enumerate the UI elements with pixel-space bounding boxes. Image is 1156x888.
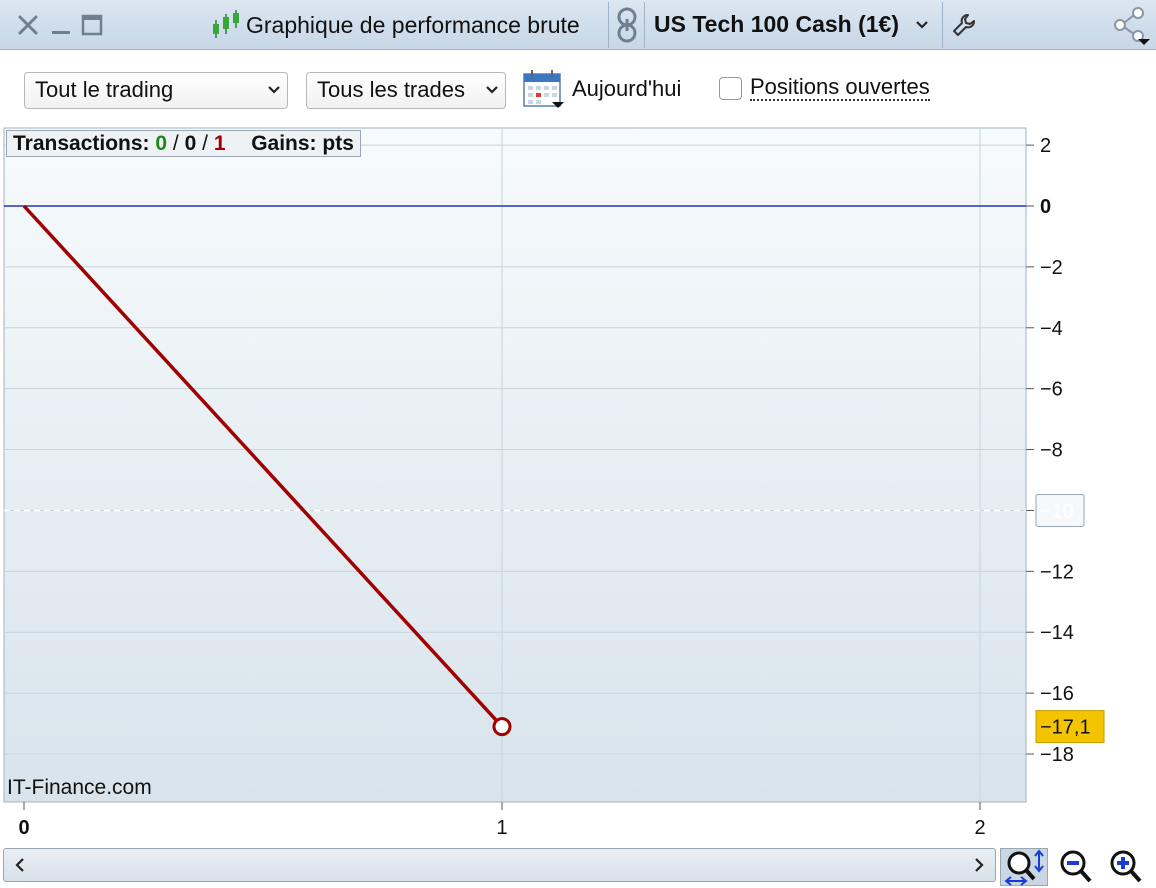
y-tick-label: −8 [1040,440,1063,462]
wins-count: 0 [155,132,168,155]
last-value-label: −17,1 [1040,717,1091,739]
gains-label: Gains: pts [251,132,354,155]
trades-select-value: Tous les trades [317,77,465,102]
scroll-left-icon[interactable] [14,856,26,879]
horizontal-scrollbar[interactable] [3,848,996,882]
title-bar: Graphique de performance brute US Tech 1… [0,0,1156,50]
y-tick-label: −2 [1040,257,1063,279]
y-tick-label: −14 [1040,622,1074,644]
zoom-out-icon[interactable] [1054,848,1098,886]
y-tick-label: 0 [1040,196,1051,218]
x-tick-label: 2 [974,817,985,839]
close-icon[interactable] [14,0,42,50]
x-axis: 0 1 2 [18,802,986,839]
watermark: IT-Finance.com [7,776,152,799]
y-axis: 2 0 −2 −4 −6 −8 −12 −14 −16 −18 [1026,135,1074,766]
x-tick-label: 1 [496,817,507,839]
y-tick-label: −16 [1040,683,1074,705]
plot-area [3,127,1027,803]
chevron-down-icon[interactable] [912,0,932,50]
y-tick-label: −12 [1040,561,1074,583]
sep: / [202,132,208,155]
y-tick-label: −18 [1040,744,1074,766]
today-button[interactable]: Aujourd'hui [572,76,681,102]
calendar-icon[interactable] [522,68,564,110]
trades-select[interactable]: Tous les trades [306,72,506,109]
window-title: Graphique de performance brute [246,12,580,38]
wrench-icon[interactable] [948,0,980,50]
y-tick-label: 2 [1040,135,1051,157]
instrument-selector[interactable]: US Tech 100 Cash (1€) [654,11,899,38]
chevron-down-icon [267,78,281,108]
sep: / [172,132,179,155]
zoom-auto-icon[interactable] [1000,848,1048,886]
y-tick-label: −4 [1040,318,1063,340]
x-tick-label: 0 [18,817,29,839]
link-icon[interactable] [612,0,642,50]
value-badges: −10 −17,1 [1035,493,1105,744]
performance-chart[interactable]: 20−2−4−6−8−12−14−16−18 012 −10−17,1 [0,126,1156,846]
crosshair-label: −10 [1040,500,1074,522]
share-icon[interactable] [1108,0,1152,50]
open-positions-checkbox[interactable] [719,77,742,100]
zoom-in-icon[interactable] [1104,848,1148,886]
open-positions-label[interactable]: Positions ouvertes [750,75,930,101]
separator [644,2,645,48]
transactions-label: Transactions: [13,132,150,155]
scroll-right-icon[interactable] [973,856,985,879]
scope-select-value: Tout le trading [35,77,174,102]
scope-select[interactable]: Tout le trading [24,72,288,109]
separator [608,2,609,48]
neutral-count: 0 [184,132,197,155]
maximize-icon[interactable] [80,0,104,50]
candlestick-icon [210,0,242,50]
separator [942,2,943,48]
losses-count: 1 [213,132,226,155]
minimize-icon[interactable] [50,0,72,50]
last-point-marker [492,717,512,737]
chevron-down-icon [485,78,499,108]
transactions-summary: Transactions: 0 / 0 / 1 Gains: pts [6,130,361,157]
y-tick-label: −6 [1040,379,1063,401]
